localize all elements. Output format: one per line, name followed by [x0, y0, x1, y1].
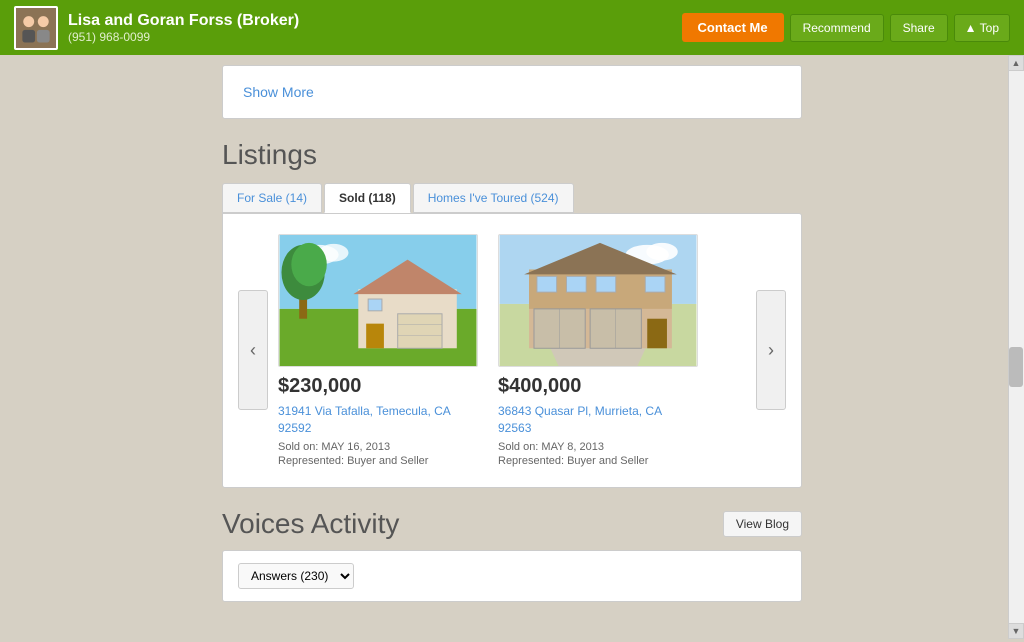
- listings-tabs: For Sale (14) Sold (118) Homes I've Tour…: [222, 183, 802, 213]
- show-more-section: Show More: [222, 65, 802, 119]
- listing-address-1[interactable]: 31941 Via Tafalla, Temecula, CA 92592: [278, 403, 478, 437]
- scrollbar-up-button[interactable]: ▲: [1008, 55, 1024, 71]
- listing-image-2: [498, 234, 698, 367]
- listing-sold-2: Sold on: MAY 8, 2013: [498, 441, 698, 453]
- header-info: Lisa and Goran Forss (Broker) (951) 968-…: [68, 12, 682, 44]
- listing-address-2[interactable]: 36843 Quasar Pl, Murrieta, CA 92563: [498, 403, 698, 437]
- carousel-next-button[interactable]: ›: [756, 290, 786, 410]
- listing-image-1: [278, 234, 478, 367]
- listings-title: Listings: [222, 139, 802, 171]
- header-buttons: Contact Me Recommend Share ▲ Top: [682, 13, 1010, 42]
- view-blog-button[interactable]: View Blog: [723, 511, 802, 537]
- show-more-link[interactable]: Show More: [243, 84, 314, 100]
- main-content: Show More Listings For Sale (14) Sold (1…: [0, 65, 1024, 642]
- voices-panel: Answers (230): [222, 550, 802, 602]
- share-button[interactable]: Share: [890, 14, 948, 42]
- listings-section: Listings For Sale (14) Sold (118) Homes …: [222, 139, 802, 488]
- scrollbar-thumb[interactable]: [1009, 347, 1023, 387]
- listing-card: $400,000 36843 Quasar Pl, Murrieta, CA 9…: [498, 234, 698, 467]
- avatar: [14, 6, 58, 50]
- voices-section: Voices Activity View Blog Answers (230): [222, 508, 802, 602]
- recommend-button[interactable]: Recommend: [790, 14, 884, 42]
- scrollbar-down-button[interactable]: ▼: [1008, 623, 1024, 639]
- listing-price-1: $230,000: [278, 375, 478, 398]
- listing-sold-1: Sold on: MAY 16, 2013: [278, 441, 478, 453]
- listing-rep-2: Represented: Buyer and Seller: [498, 455, 698, 467]
- carousel-prev-button[interactable]: ‹: [238, 290, 268, 410]
- scrollbar: ▲ ▼: [1008, 55, 1024, 639]
- broker-name: Lisa and Goran Forss (Broker): [68, 12, 682, 30]
- contact-me-button[interactable]: Contact Me: [682, 13, 784, 42]
- answers-dropdown: Answers (230): [238, 563, 786, 589]
- tab-sold[interactable]: Sold (118): [324, 183, 411, 213]
- listings-panel: ‹: [222, 213, 802, 488]
- answers-select[interactable]: Answers (230): [238, 563, 354, 589]
- voices-header: Voices Activity View Blog: [222, 508, 802, 540]
- top-button[interactable]: ▲ Top: [954, 14, 1010, 42]
- broker-phone: (951) 968-0099: [68, 30, 682, 44]
- tab-toured[interactable]: Homes I've Toured (524): [413, 183, 574, 213]
- header: Lisa and Goran Forss (Broker) (951) 968-…: [0, 0, 1024, 55]
- listings-cards: $230,000 31941 Via Tafalla, Temecula, CA…: [268, 234, 756, 467]
- listing-price-2: $400,000: [498, 375, 698, 398]
- listing-card: $230,000 31941 Via Tafalla, Temecula, CA…: [278, 234, 478, 467]
- listing-rep-1: Represented: Buyer and Seller: [278, 455, 478, 467]
- voices-title: Voices Activity: [222, 508, 399, 540]
- tab-for-sale[interactable]: For Sale (14): [222, 183, 322, 213]
